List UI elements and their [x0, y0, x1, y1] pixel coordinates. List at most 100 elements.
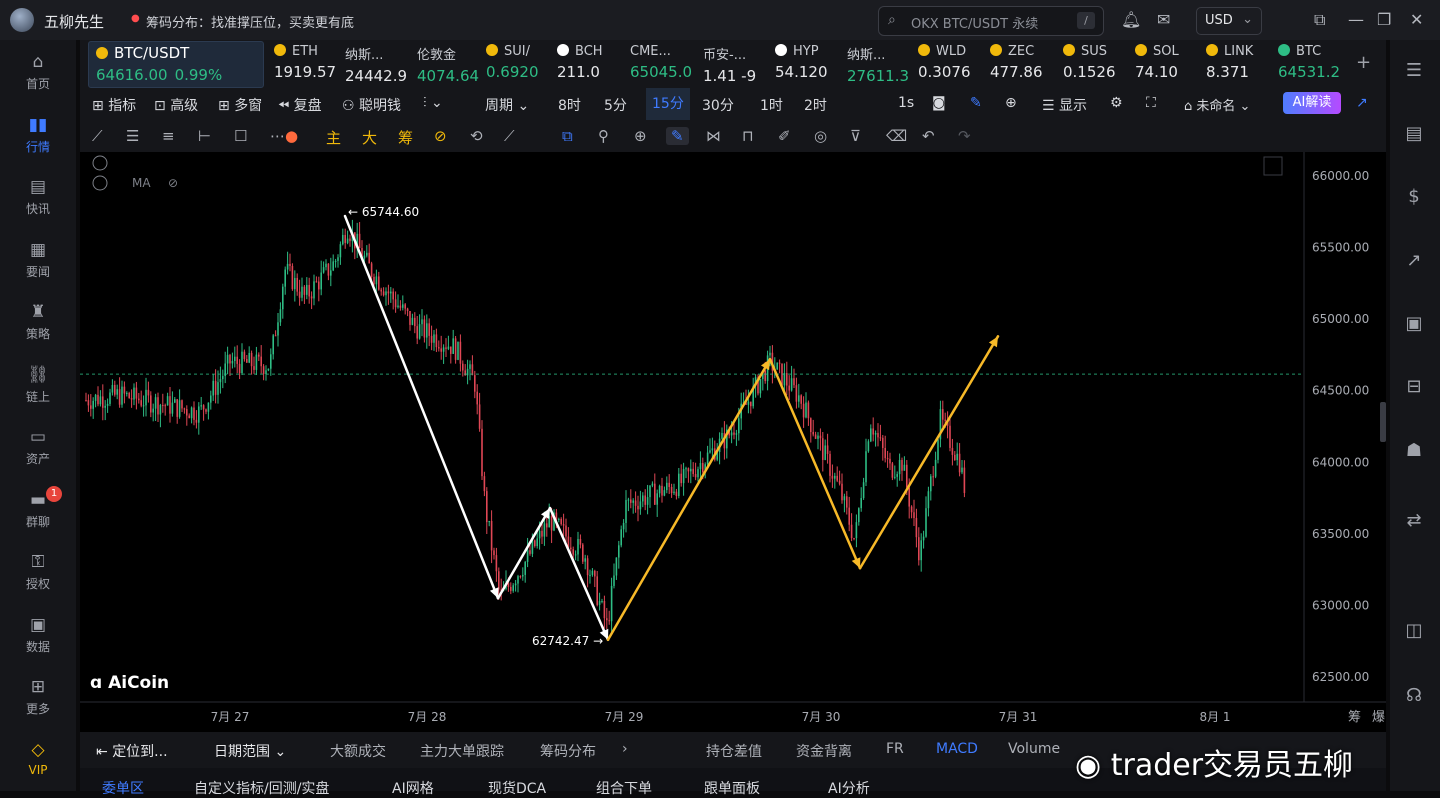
ticker-7[interactable]: 币安-... 1.41 -9 [703, 44, 767, 86]
hlines-icon[interactable]: ≡ [162, 127, 175, 145]
interval-5[interactable]: 2时 [804, 95, 827, 115]
settings-icon[interactable]: ⚙ [1110, 95, 1123, 111]
oi-diff-tab[interactable]: 持仓差值 [706, 741, 762, 761]
smart-money-button[interactable]: ⚇ 聪明钱 [342, 95, 401, 115]
big-order-toggle[interactable]: 大 [362, 127, 377, 148]
tab-copy-trading[interactable]: 跟单面板 [704, 778, 760, 798]
replay-button[interactable]: ⏪︎ 复盘 [278, 95, 322, 115]
document-icon[interactable]: ▤ [1403, 123, 1425, 145]
tab-ai-analysis[interactable]: AI分析 [828, 778, 870, 798]
trendline-icon[interactable]: ⟋ [92, 127, 103, 145]
sidebar-item-0[interactable]: ⌂ 首页 [0, 52, 76, 92]
sidebar-item-4[interactable]: ♜ 策略 [0, 302, 76, 342]
interval-3[interactable]: 30分 [702, 95, 734, 115]
cycle-icon[interactable]: ⟲ [470, 127, 483, 145]
advanced-button[interactable]: ⊡ 高级 [154, 95, 198, 115]
divergence-tab[interactable]: 资金背离 [796, 741, 852, 761]
ai-interpret-button[interactable]: AI解读 [1283, 92, 1341, 114]
one-second-button[interactable]: 1s [898, 95, 914, 111]
price-chart[interactable]: 66000.00 65500.00 65000.00 64500.00 64000.00… [80, 152, 1386, 732]
interval-0[interactable]: 8时 [558, 95, 581, 115]
ticker-6[interactable]: CME... 65045.0 [630, 44, 696, 86]
tab-orders[interactable]: 委单区 [102, 778, 144, 798]
undo-icon[interactable]: ↶ [922, 127, 935, 145]
add-window-icon[interactable]: ⊕ [1005, 95, 1017, 111]
layout-icon[interactable]: ◫ [1403, 620, 1425, 642]
edit-icon[interactable]: ✐ [778, 127, 791, 145]
popout-icon[interactable]: ⧉ [1314, 10, 1325, 30]
rectangle-icon[interactable]: ☐ [234, 127, 247, 145]
ticker-3[interactable]: 伦敦金 4074.64 [417, 44, 479, 86]
chart-expand-icon[interactable] [1263, 156, 1283, 176]
pencil-icon[interactable]: ✎ [970, 95, 982, 111]
volume-tab[interactable]: Volume [1008, 741, 1060, 757]
interval-4[interactable]: 1时 [760, 95, 783, 115]
macd-tab[interactable]: MACD [936, 741, 978, 757]
close-icon[interactable]: ✕ [1410, 10, 1423, 29]
dollar-icon[interactable]: $ [1403, 186, 1425, 208]
more-tools-icon[interactable]: ⋯● [270, 127, 298, 145]
interval-1[interactable]: 5分 [604, 95, 627, 115]
currency-select[interactable]: USD ⌄ [1196, 7, 1262, 35]
panel-handle[interactable] [1380, 402, 1386, 442]
sidebar-item-3[interactable]: ▦ 要闻 [0, 240, 76, 280]
ticker-10[interactable]: WLD 0.3076 [918, 44, 982, 86]
display-button[interactable]: ☰ 显示 [1042, 95, 1087, 115]
share-icon[interactable]: ↗ [1356, 95, 1368, 111]
sidebar-item-1[interactable]: ▮▮ 行情 [0, 115, 76, 155]
tab-custom-indicators[interactable]: 自定义指标/回测/实盘 [194, 778, 329, 798]
ratio-icon[interactable]: ⊘ [434, 127, 447, 145]
lock-icon[interactable]: ⊓ [742, 127, 754, 145]
draw-mode-icon[interactable]: ✎ [666, 127, 689, 145]
maximize-icon[interactable]: ❐ [1377, 10, 1391, 29]
exchange-icon[interactable]: ⇄ [1403, 510, 1425, 532]
tab-combo-order[interactable]: 组合下单 [596, 778, 652, 798]
layout-name-select[interactable]: ⌂ 未命名 ⌄ [1184, 95, 1250, 114]
ticker-8[interactable]: HYP 54.120 [775, 44, 839, 86]
ticker-0[interactable]: BTC/USDT 64616.00 0.99% [96, 44, 261, 86]
sidebar-item-8[interactable]: ⚿ 授权 [0, 552, 76, 592]
hline-icon[interactable]: ⊢ [198, 127, 211, 145]
magic-icon[interactable]: ⟋ [504, 127, 515, 145]
list-icon[interactable]: ☰ [1403, 60, 1425, 82]
sidebar-item-6[interactable]: ▭ 资产 [0, 427, 76, 467]
ticker-1[interactable]: ETH 1919.57 [274, 44, 338, 86]
filter-icon[interactable]: ⊽ [850, 127, 861, 145]
chips-toggle[interactable]: 筹 [398, 127, 413, 148]
etf-icon[interactable]: ⊟ [1403, 376, 1425, 398]
interval-2[interactable]: 15分 [646, 88, 690, 120]
ticker-13[interactable]: SOL 74.10 [1135, 44, 1199, 86]
ticker-14[interactable]: LINK 8.371 [1206, 44, 1270, 86]
period-select[interactable]: 周期 ⌄ [485, 95, 529, 115]
locate-button[interactable]: ⇤ 定位到... [96, 741, 168, 761]
tab-ai-grid[interactable]: AI网格 [392, 778, 434, 798]
headset-icon[interactable]: ☊ [1403, 685, 1425, 707]
sidebar-item-11[interactable]: ◇ VIP [0, 740, 76, 777]
ticker-15[interactable]: BTC 64531.2 [1278, 44, 1344, 86]
add-ticker-icon[interactable]: + [1356, 52, 1371, 73]
ticker-4[interactable]: SUI/0.6920 [486, 44, 550, 86]
chart-svg[interactable]: 66000.00 65500.00 65000.00 64500.00 64000.00… [80, 152, 1386, 732]
mail-icon[interactable]: ✉ [1157, 10, 1170, 29]
sidebar-item-9[interactable]: ▣ 数据 [0, 615, 76, 655]
sidebar-item-7[interactable]: ▬ 群聊 1 [0, 485, 76, 530]
main-chart-toggle[interactable]: 主 [326, 127, 341, 148]
multi-window-button[interactable]: ⊞ 多窗 [218, 95, 262, 115]
zoom-icon[interactable]: ⊕ [634, 127, 647, 145]
bell-icon[interactable]: 🔔︎ [1121, 10, 1141, 29]
indicators-button[interactable]: ⊞ 指标 [92, 95, 136, 115]
collapse-toggle-icon[interactable] [92, 175, 108, 191]
fr-tab[interactable]: FR [886, 741, 904, 757]
expand-toggle-icon[interactable] [92, 155, 108, 171]
sidebar-item-10[interactable]: ⊞ 更多 [0, 677, 76, 717]
ticker-5[interactable]: BCH 211.0 [557, 44, 621, 86]
copy-icon[interactable]: ⧉ [562, 127, 573, 145]
redo-icon[interactable]: ↷ [958, 127, 971, 145]
camera-icon[interactable]: ◙ [932, 95, 946, 111]
ticker-12[interactable]: SUS 0.1526 [1063, 44, 1127, 86]
chart-type-button[interactable]: ⫶ ⌄ [423, 95, 443, 111]
sidebar-item-5[interactable]: ⛓ 链上 [0, 365, 76, 405]
chips-tab[interactable]: 筹码分布 [540, 741, 596, 761]
robot-icon[interactable]: ☗ [1403, 440, 1425, 462]
trend-icon[interactable]: ↗ [1403, 250, 1425, 272]
